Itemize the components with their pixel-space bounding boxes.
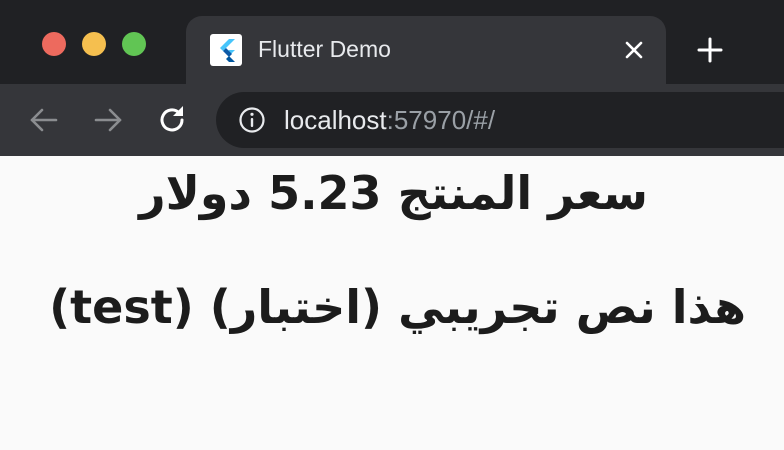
- title-bar: Flutter Demo: [0, 0, 784, 84]
- browser-toolbar: localhost:57970/#/: [0, 84, 784, 156]
- address-bar[interactable]: localhost:57970/#/: [216, 92, 784, 148]
- reload-icon[interactable]: [154, 102, 190, 138]
- tab-title: Flutter Demo: [258, 36, 391, 62]
- url-text: localhost:57970/#/: [284, 105, 495, 136]
- browser-window: Flutter Demo localhost:57970/#/ سعر المن…: [0, 0, 784, 450]
- window-minimize-button[interactable]: [82, 32, 106, 56]
- window-close-button[interactable]: [42, 32, 66, 56]
- arrow-left-icon[interactable]: [26, 102, 62, 138]
- plus-icon[interactable]: [692, 32, 728, 68]
- page-content: سعر المنتج 5.23 دولار (test) (هذا نص تجر…: [0, 156, 784, 450]
- flutter-logo-icon: [210, 34, 242, 66]
- window-zoom-button[interactable]: [122, 32, 146, 56]
- url-host: localhost: [284, 105, 387, 135]
- arrow-right-icon[interactable]: [90, 102, 126, 138]
- sample-text: (test) (هذا نص تجريبي (اختبار: [49, 280, 746, 334]
- close-icon[interactable]: [618, 34, 650, 66]
- url-path: :57970/#/: [386, 105, 496, 135]
- price-text: سعر المنتج 5.23 دولار: [139, 166, 648, 220]
- info-icon[interactable]: [238, 106, 266, 134]
- tab-flutter-demo[interactable]: Flutter Demo: [186, 16, 666, 84]
